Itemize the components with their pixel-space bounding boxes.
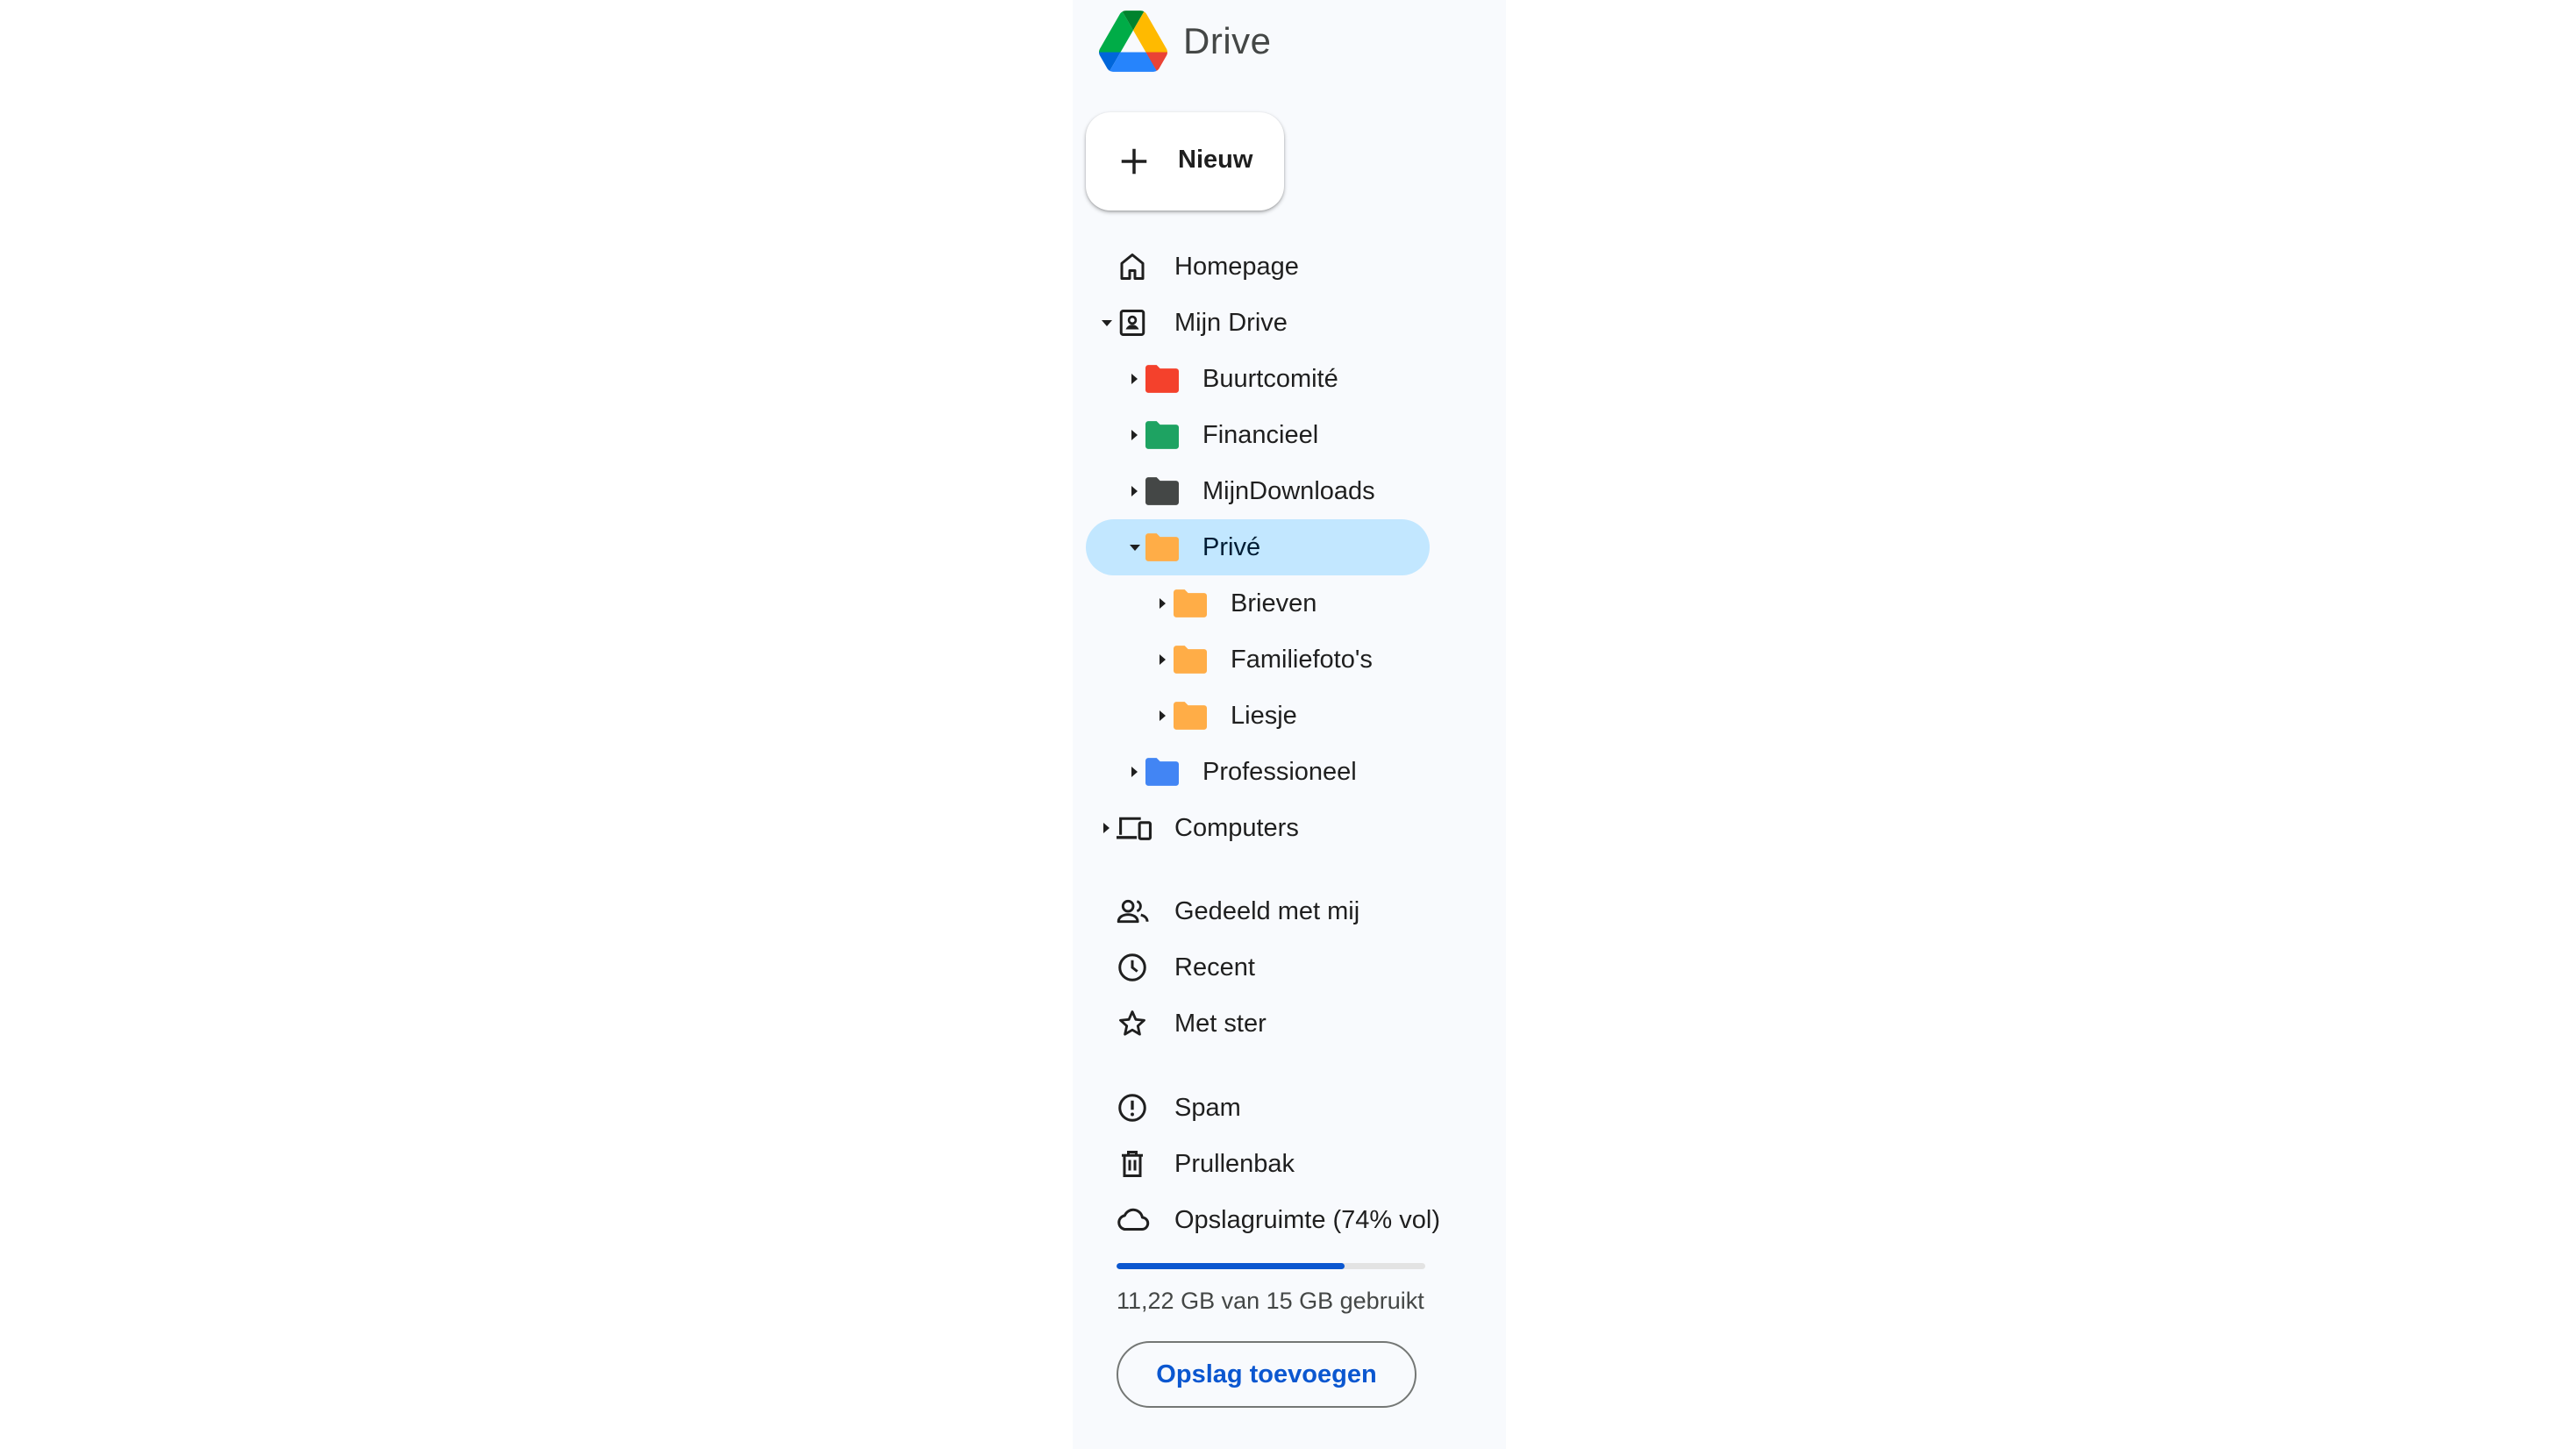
sidebar: Drive Nieuw Homepage Mijn Drive Buurtcom… (1073, 0, 1506, 1449)
storage-progress-fill (1117, 1263, 1345, 1269)
nav-label-trash: Prullenbak (1174, 1149, 1295, 1178)
folder-item-buurtcomite[interactable]: Buurtcomité (1086, 351, 1506, 407)
folder-icon (1145, 365, 1179, 393)
app-title: Drive (1183, 20, 1272, 61)
expand-arrow-icon[interactable] (1103, 823, 1110, 833)
nav-label-spam: Spam (1174, 1093, 1241, 1122)
nav-item-homepage[interactable]: Homepage (1086, 239, 1506, 295)
folder-label: Brieven (1231, 589, 1317, 617)
folder-item-prive[interactable]: Privé (1086, 519, 1506, 575)
drive-logo-icon (1099, 11, 1167, 72)
star-icon (1119, 1010, 1145, 1036)
folder-label: Familiefoto's (1231, 645, 1373, 674)
expand-arrow-icon[interactable] (1131, 430, 1138, 440)
folder-icon (1145, 477, 1179, 505)
computers-icon (1117, 817, 1152, 840)
clock-icon (1118, 953, 1146, 981)
new-button[interactable]: Nieuw (1086, 112, 1284, 211)
nav-label-shared: Gedeeld met mij (1174, 896, 1360, 925)
collapse-arrow-icon[interactable] (1102, 320, 1112, 326)
folder-label: Liesje (1231, 701, 1297, 730)
folder-icon (1145, 421, 1179, 449)
expand-arrow-icon[interactable] (1160, 654, 1166, 665)
folder-item-professioneel[interactable]: Professioneel (1086, 744, 1506, 800)
nav-item-spam[interactable]: Spam (1086, 1080, 1506, 1136)
nav-item-shared[interactable]: Gedeeld met mij (1086, 883, 1506, 939)
expand-arrow-icon[interactable] (1160, 598, 1166, 609)
cloud-icon (1117, 1208, 1150, 1231)
folder-label: Buurtcomité (1202, 364, 1338, 393)
folder-label: MijnDownloads (1202, 476, 1375, 505)
expand-arrow-icon[interactable] (1131, 374, 1138, 384)
folder-icon (1174, 646, 1207, 674)
nav-item-storage[interactable]: Opslagruimte (74% vol) (1086, 1192, 1506, 1248)
trash-icon (1122, 1151, 1143, 1177)
new-button-label: Nieuw (1178, 146, 1253, 174)
folder-label: Privé (1202, 532, 1261, 561)
my-drive-icon (1119, 310, 1145, 336)
nav-item-recent[interactable]: Recent (1086, 939, 1506, 996)
collapse-arrow-icon[interactable] (1130, 545, 1140, 551)
nav-item-my-drive[interactable]: Mijn Drive (1086, 295, 1506, 351)
nav-item-computers[interactable]: Computers (1086, 800, 1506, 856)
nav-label-starred: Met ster (1174, 1009, 1267, 1038)
expand-arrow-icon[interactable] (1131, 767, 1138, 777)
folder-icon (1174, 702, 1207, 730)
storage-progress-bar (1117, 1263, 1425, 1269)
nav-item-trash[interactable]: Prullenbak (1086, 1136, 1506, 1192)
nav-label-homepage: Homepage (1174, 252, 1299, 281)
nav-label-my-drive: Mijn Drive (1174, 308, 1288, 337)
nav-item-starred[interactable]: Met ster (1086, 996, 1506, 1052)
folder-icon (1145, 533, 1179, 561)
nav-label-recent: Recent (1174, 953, 1255, 981)
folder-item-familiefotos[interactable]: Familiefoto's (1086, 632, 1506, 688)
storage-usage-text: 11,22 GB van 15 GB gebruikt (1117, 1288, 1424, 1314)
spam-icon (1118, 1094, 1146, 1122)
expand-arrow-icon[interactable] (1160, 710, 1166, 721)
folder-item-financieel[interactable]: Financieel (1086, 407, 1506, 463)
folder-icon (1145, 758, 1179, 786)
home-icon (1120, 253, 1145, 280)
shared-people-icon (1117, 899, 1149, 924)
folder-item-brieven[interactable]: Brieven (1086, 575, 1506, 632)
nav-label-storage: Opslagruimte (74% vol) (1174, 1205, 1440, 1234)
folder-item-mijndownloads[interactable]: MijnDownloads (1086, 463, 1506, 519)
folder-label: Professioneel (1202, 757, 1357, 786)
add-storage-button[interactable]: Opslag toevoegen (1117, 1341, 1416, 1408)
drive-logo[interactable]: Drive (1099, 11, 1272, 72)
folder-item-liesje[interactable]: Liesje (1086, 688, 1506, 744)
folder-label: Financieel (1202, 420, 1319, 449)
folder-icon (1174, 589, 1207, 617)
nav-label-computers: Computers (1174, 813, 1299, 842)
plus-icon (1121, 148, 1147, 175)
expand-arrow-icon[interactable] (1131, 486, 1138, 496)
